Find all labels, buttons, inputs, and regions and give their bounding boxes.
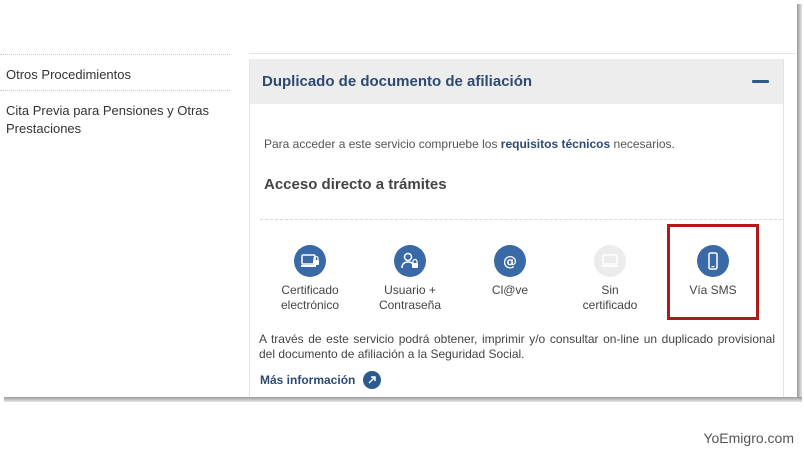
requirements-prefix: Para acceder a este servicio compruebe l…: [264, 137, 498, 151]
sidebar-item-label: Otros Procedimientos: [6, 67, 131, 82]
requirements-link[interactable]: requisitos técnicos: [501, 137, 610, 151]
arrow-up-right-icon: [363, 371, 382, 389]
option-label: Usuario + Contraseña: [378, 283, 442, 312]
highlight-box: [667, 224, 759, 320]
option-label: Sin certificado: [582, 283, 638, 312]
option-certificado-electronico[interactable]: Certificado electrónico: [260, 245, 360, 313]
collapse-minus-icon[interactable]: [752, 80, 769, 83]
at-icon: @: [494, 245, 526, 277]
option-clave[interactable]: @ Cl@ve: [460, 245, 560, 298]
option-usuario-contrasena[interactable]: Usuario + Contraseña: [360, 245, 460, 313]
option-label: Cl@ve: [491, 283, 529, 297]
divider: [249, 53, 797, 54]
sidebar-item-label: Cita Previa para Pensiones y Otras Prest…: [6, 103, 210, 136]
sidebar: Otros Procedimientos Cita Previa para Pe…: [0, 54, 230, 138]
more-info-link[interactable]: Más información: [260, 371, 382, 389]
service-description: A través de este servicio podrá obtener,…: [259, 332, 775, 361]
monitor-icon: [594, 245, 626, 277]
page: Otros Procedimientos Cita Previa para Pe…: [0, 0, 797, 399]
more-info-label: Más información: [260, 373, 356, 387]
dashed-divider: [260, 219, 782, 220]
option-label: Certificado electrónico: [280, 283, 340, 312]
option-sin-certificado[interactable]: Sin certificado: [560, 245, 660, 313]
access-title: Acceso directo a trámites: [264, 176, 447, 193]
frame-shadow: [797, 4, 802, 400]
sidebar-item-cita-previa[interactable]: Cita Previa para Pensiones y Otras Prest…: [0, 90, 230, 138]
user-lock-icon: [394, 245, 426, 277]
panel-title: Duplicado de documento de afiliación: [262, 73, 533, 90]
svg-text:@: @: [503, 254, 517, 270]
watermark: YoEmigro.com: [703, 430, 794, 446]
service-panel: Duplicado de documento de afiliación Par…: [249, 59, 784, 399]
frame-shadow: [4, 397, 802, 402]
panel-header[interactable]: Duplicado de documento de afiliación: [250, 59, 783, 104]
certificate-icon: [294, 245, 326, 277]
requirements-text: Para acceder a este servicio compruebe l…: [264, 137, 675, 151]
requirements-suffix: necesarios.: [613, 137, 675, 151]
sidebar-item-otros-procedimientos[interactable]: Otros Procedimientos: [0, 54, 230, 90]
